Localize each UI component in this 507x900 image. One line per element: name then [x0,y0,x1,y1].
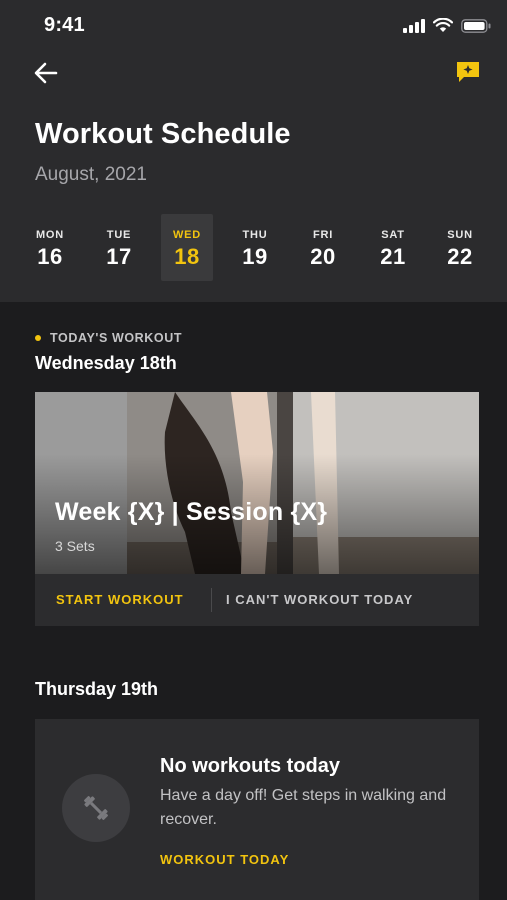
today-day-heading: Wednesday 18th [35,353,177,373]
day-number: 18 [174,244,200,269]
status-time: 9:41 [44,14,85,36]
day-number: 20 [310,244,336,269]
next-day-heading: Thursday 19th [35,679,159,699]
rest-icon-circle [62,774,130,842]
new-message-button[interactable] [455,60,481,84]
day-number: 22 [447,244,473,269]
section-label-text: TODAY'S WORKOUT [50,331,183,345]
start-workout-button[interactable]: START WORKOUT [56,574,184,626]
day-sun[interactable]: SUN 22 [434,214,486,281]
todays-workout-label: TODAY'S WORKOUT [35,331,182,345]
wifi-icon [433,18,453,32]
day-number: 21 [380,244,406,269]
day-thu[interactable]: THU 19 [229,214,281,281]
page-subtitle: August, 2021 [35,164,147,185]
day-name: FRI [312,229,334,241]
day-number: 16 [37,244,63,269]
workout-sets: 3 Sets [55,538,95,554]
back-button[interactable] [32,60,60,86]
action-divider [211,588,212,612]
day-name: TUE [106,229,132,241]
workout-image: Week {X} | Session {X} 3 Sets [35,392,479,574]
day-number: 19 [242,244,268,269]
day-name: MON [35,229,65,241]
day-number: 17 [106,244,132,269]
week-strip: MON 16 TUE 17 WED 18 THU 19 FRI 20 SAT 2… [0,214,507,282]
day-name: WED [172,229,202,241]
day-name: SAT [381,229,405,241]
arrow-left-icon [34,62,58,84]
rest-day-card: No workouts today Have a day off! Get st… [35,719,479,900]
day-name: THU [242,229,268,241]
day-sat[interactable]: SAT 21 [367,214,419,281]
workout-actions: START WORKOUT I CAN'T WORKOUT TODAY [35,574,479,626]
day-name: SUN [447,229,473,241]
rest-body: Have a day off! Get steps in walking and… [160,787,447,828]
cellular-signal-icon [403,18,425,33]
rest-title: No workouts today [160,755,341,777]
accent-dot [35,335,41,341]
day-tue[interactable]: TUE 17 [93,214,145,281]
cant-workout-button[interactable]: I CAN'T WORKOUT TODAY [226,574,413,626]
workout-title: Week {X} | Session {X} [55,498,328,526]
status-icons [403,18,491,33]
page-title: Workout Schedule [35,118,291,150]
workout-today-button[interactable]: WORKOUT TODAY [160,852,289,867]
battery-icon [461,18,491,33]
day-mon[interactable]: MON 16 [24,214,76,281]
day-wed[interactable]: WED 18 [161,214,213,281]
sparkle-message-icon [457,62,479,82]
dumbbell-icon [84,796,108,820]
status-bar: 9:41 [0,0,507,52]
workout-card[interactable]: Week {X} | Session {X} 3 Sets START WORK… [35,392,479,626]
day-fri[interactable]: FRI 20 [297,214,349,281]
